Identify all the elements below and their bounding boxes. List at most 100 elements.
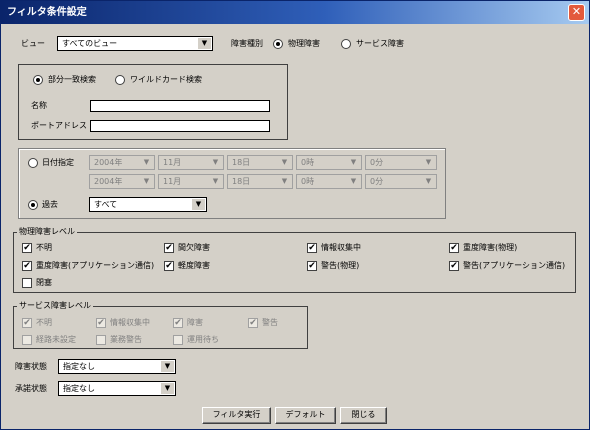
fault-status-value: 指定なし bbox=[63, 362, 95, 371]
name-input[interactable] bbox=[90, 100, 270, 112]
physical-warning-app-label: 警告(アプリケーション通信) bbox=[463, 261, 566, 270]
default-button[interactable]: デフォルト bbox=[275, 407, 336, 424]
start-month-value: 11月 bbox=[163, 158, 182, 167]
start-month-select[interactable]: 11月 ▼ bbox=[158, 155, 224, 170]
end-minute-select[interactable]: 0分 ▼ bbox=[365, 174, 437, 189]
service-warning-label: 警告 bbox=[262, 318, 278, 327]
service-levels-legend: サービス障害レベル bbox=[17, 301, 93, 311]
approval-status-select[interactable]: 指定なし ▼ bbox=[58, 381, 176, 396]
service-collecting-label: 情報収集中 bbox=[110, 318, 150, 327]
end-year-select[interactable]: 2004年 ▼ bbox=[89, 174, 155, 189]
chevron-down-icon: ▼ bbox=[209, 157, 222, 168]
port-label: ポートアドレス bbox=[31, 121, 87, 130]
service-warning-checkbox[interactable]: ✔ bbox=[248, 318, 258, 328]
start-hour-value: 0時 bbox=[301, 158, 315, 167]
port-input[interactable] bbox=[90, 120, 270, 132]
service-business-warning-checkbox[interactable] bbox=[96, 335, 106, 345]
run-filter-button[interactable]: フィルタ実行 bbox=[202, 407, 271, 424]
physical-levels-legend: 物理障害レベル bbox=[17, 227, 77, 237]
service-awaiting-ops-checkbox[interactable] bbox=[173, 335, 183, 345]
chevron-down-icon: ▼ bbox=[140, 176, 153, 187]
wildcard-radio[interactable] bbox=[115, 75, 125, 85]
fault-status-label: 障害状態 bbox=[15, 362, 47, 371]
physical-collecting-checkbox[interactable]: ✔ bbox=[307, 243, 317, 253]
window-title: フィルタ条件設定 bbox=[7, 7, 87, 18]
fault-status-select[interactable]: 指定なし ▼ bbox=[58, 359, 176, 374]
end-month-select[interactable]: 11月 ▼ bbox=[158, 174, 224, 189]
physical-intermittent-label: 間欠障害 bbox=[178, 243, 210, 252]
end-hour-value: 0時 bbox=[301, 177, 315, 186]
service-fault-label: 障害 bbox=[187, 318, 203, 327]
physical-blocked-checkbox[interactable] bbox=[22, 278, 32, 288]
start-day-value: 18日 bbox=[232, 158, 251, 167]
service-fault-checkbox[interactable]: ✔ bbox=[173, 318, 183, 328]
service-unknown-label: 不明 bbox=[36, 318, 52, 327]
chevron-down-icon: ▼ bbox=[278, 157, 291, 168]
title-bar: フィルタ条件設定 bbox=[1, 1, 589, 24]
date-specify-radio[interactable] bbox=[28, 158, 38, 168]
physical-warning-checkbox[interactable]: ✔ bbox=[307, 261, 317, 271]
view-value: すべてのビュー bbox=[62, 39, 118, 48]
end-month-value: 11月 bbox=[163, 177, 182, 186]
fault-type-physical-radio[interactable] bbox=[273, 39, 283, 49]
start-minute-value: 0分 bbox=[370, 158, 384, 167]
service-no-route-label: 経路未設定 bbox=[36, 335, 76, 344]
past-value: すべて bbox=[94, 200, 118, 209]
physical-intermittent-checkbox[interactable]: ✔ bbox=[164, 243, 174, 253]
chevron-down-icon: ▼ bbox=[278, 176, 291, 187]
partial-match-radio[interactable] bbox=[33, 75, 43, 85]
name-label: 名称 bbox=[31, 101, 47, 110]
past-radio[interactable] bbox=[28, 200, 38, 210]
physical-minor-checkbox[interactable]: ✔ bbox=[164, 261, 174, 271]
physical-severe-label: 重度障害(物理) bbox=[463, 243, 518, 252]
approval-status-value: 指定なし bbox=[63, 384, 95, 393]
physical-minor-label: 軽度障害 bbox=[178, 261, 210, 270]
end-year-value: 2004年 bbox=[94, 177, 123, 186]
fault-type-service-radio[interactable] bbox=[341, 39, 351, 49]
wildcard-label: ワイルドカード検索 bbox=[130, 75, 202, 84]
chevron-down-icon: ▼ bbox=[347, 157, 360, 168]
physical-warning-app-checkbox[interactable]: ✔ bbox=[449, 261, 459, 271]
chevron-down-icon: ▼ bbox=[161, 383, 174, 394]
start-year-value: 2004年 bbox=[94, 158, 123, 167]
filter-dialog: フィルタ条件設定 ✕ ビュー すべてのビュー ▼ 障害種別 物理障害 サービス障… bbox=[0, 0, 590, 430]
fault-type-physical-label: 物理障害 bbox=[288, 39, 320, 48]
service-awaiting-ops-label: 運用待ち bbox=[187, 335, 219, 344]
service-collecting-checkbox[interactable]: ✔ bbox=[96, 318, 106, 328]
end-day-select[interactable]: 18日 ▼ bbox=[227, 174, 293, 189]
close-button[interactable]: 閉じる bbox=[340, 407, 387, 424]
physical-warning-label: 警告(物理) bbox=[321, 261, 360, 270]
start-year-select[interactable]: 2004年 ▼ bbox=[89, 155, 155, 170]
start-hour-select[interactable]: 0時 ▼ bbox=[296, 155, 362, 170]
start-day-select[interactable]: 18日 ▼ bbox=[227, 155, 293, 170]
chevron-down-icon: ▼ bbox=[347, 176, 360, 187]
date-specify-label: 日付指定 bbox=[42, 158, 74, 167]
end-minute-value: 0分 bbox=[370, 177, 384, 186]
end-day-value: 18日 bbox=[232, 177, 251, 186]
start-minute-select[interactable]: 0分 ▼ bbox=[365, 155, 437, 170]
physical-unknown-checkbox[interactable]: ✔ bbox=[22, 243, 32, 253]
view-select[interactable]: すべてのビュー ▼ bbox=[57, 36, 213, 51]
chevron-down-icon: ▼ bbox=[198, 38, 211, 49]
physical-severe-app-label: 重度障害(アプリケーション通信) bbox=[36, 261, 155, 270]
past-label: 過去 bbox=[42, 200, 58, 209]
close-window-button[interactable]: ✕ bbox=[568, 4, 585, 21]
physical-severe-checkbox[interactable]: ✔ bbox=[449, 243, 459, 253]
service-unknown-checkbox[interactable]: ✔ bbox=[22, 318, 32, 328]
view-label: ビュー bbox=[21, 39, 45, 48]
physical-unknown-label: 不明 bbox=[36, 243, 52, 252]
approval-status-label: 承諾状態 bbox=[15, 384, 47, 393]
service-no-route-checkbox[interactable] bbox=[22, 335, 32, 345]
physical-severe-app-checkbox[interactable]: ✔ bbox=[22, 261, 32, 271]
chevron-down-icon: ▼ bbox=[422, 157, 435, 168]
past-select[interactable]: すべて ▼ bbox=[89, 197, 207, 212]
fault-type-service-label: サービス障害 bbox=[356, 39, 404, 48]
chevron-down-icon: ▼ bbox=[209, 176, 222, 187]
end-hour-select[interactable]: 0時 ▼ bbox=[296, 174, 362, 189]
chevron-down-icon: ▼ bbox=[192, 199, 205, 210]
service-business-warning-label: 業務警告 bbox=[110, 335, 142, 344]
physical-collecting-label: 情報収集中 bbox=[321, 243, 361, 252]
fault-type-label: 障害種別 bbox=[231, 39, 263, 48]
chevron-down-icon: ▼ bbox=[140, 157, 153, 168]
chevron-down-icon: ▼ bbox=[161, 361, 174, 372]
